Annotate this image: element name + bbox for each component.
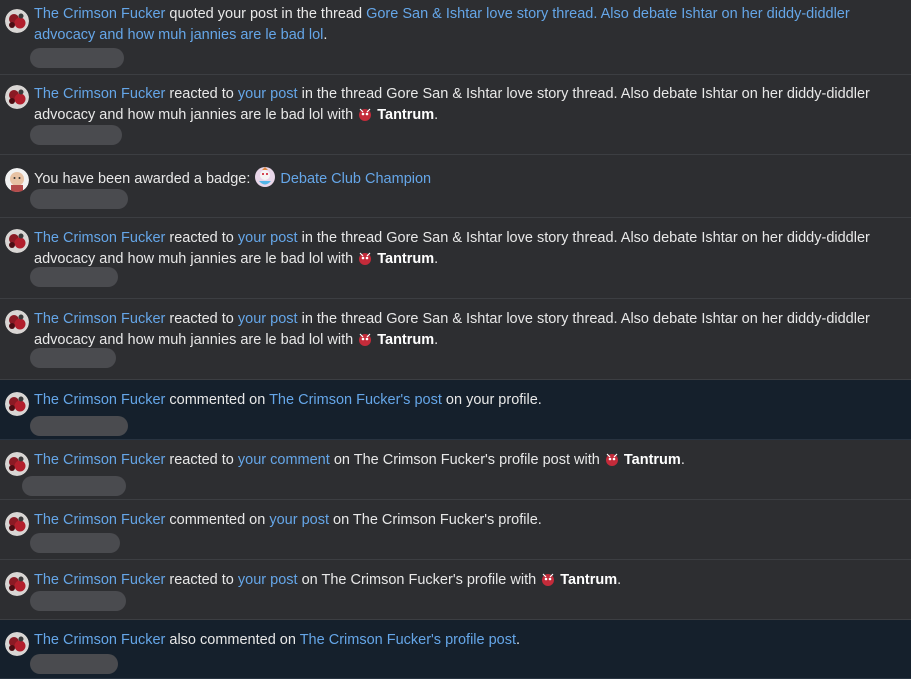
bald-avatar-icon[interactable] (5, 168, 29, 192)
alert-text: The Crimson Fucker reacted to your post … (34, 228, 905, 270)
alert-action: reacted to (169, 230, 234, 246)
redacted-timestamp (30, 125, 122, 145)
alert-end: . (680, 452, 685, 468)
alert-item[interactable]: The Crimson Fucker commented on The Crim… (0, 380, 911, 440)
redacted-timestamp (30, 533, 120, 553)
alert-user-link[interactable]: The Crimson Fucker (34, 6, 165, 22)
alert-user-link[interactable]: The Crimson Fucker (34, 452, 165, 468)
alert-action: reacted to (169, 452, 234, 468)
alert-end: . (617, 572, 622, 588)
alerts-list: The Crimson Fucker quoted your post in t… (0, 0, 911, 679)
crimson-avatar-icon[interactable] (5, 85, 29, 109)
alert-target-link[interactable]: your post (238, 86, 298, 102)
crimson-avatar-icon[interactable] (5, 452, 29, 476)
crimson-avatar-icon[interactable] (5, 229, 29, 253)
alert-target-link[interactable]: your post (238, 311, 298, 327)
alert-action: quoted your post in the thread (169, 6, 363, 22)
tantrum-reaction-icon (359, 333, 372, 346)
redacted-timestamp (22, 476, 126, 496)
alert-action: commented on (169, 392, 266, 408)
alert-user-link[interactable]: The Crimson Fucker (34, 572, 165, 588)
tantrum-reaction-icon (359, 252, 372, 265)
badge-trophy-icon (255, 167, 276, 187)
alert-target-link[interactable]: your post (238, 230, 298, 246)
redacted-timestamp (30, 654, 118, 674)
redacted-timestamp (30, 267, 118, 287)
alert-text: The Crimson Fucker also commented on The… (34, 630, 905, 651)
alert-text: You have been awarded a badge: Debate Cl… (34, 166, 905, 190)
alert-item[interactable]: The Crimson Fucker reacted to your post … (0, 75, 911, 155)
alert-detail: on The Crimson Fucker's profile. (333, 512, 542, 528)
crimson-avatar-icon[interactable] (5, 512, 29, 536)
alert-end: . (434, 107, 439, 123)
alert-item[interactable]: The Crimson Fucker also commented on The… (0, 620, 911, 679)
crimson-avatar-icon[interactable] (5, 310, 29, 334)
reaction-name: Tantrum (377, 251, 435, 267)
alert-text: The Crimson Fucker commented on your pos… (34, 510, 905, 531)
alert-action: reacted to (169, 572, 234, 588)
alert-item[interactable]: You have been awarded a badge: Debate Cl… (0, 155, 911, 218)
alert-text: The Crimson Fucker commented on The Crim… (34, 390, 905, 411)
alert-text: The Crimson Fucker reacted to your post … (34, 84, 905, 126)
crimson-avatar-icon[interactable] (5, 9, 29, 33)
alert-end: . (434, 332, 439, 348)
alert-item[interactable]: The Crimson Fucker reacted to your post … (0, 218, 911, 299)
alert-item[interactable]: The Crimson Fucker reacted to your post … (0, 299, 911, 380)
alert-text: The Crimson Fucker reacted to your post … (34, 309, 905, 351)
alert-user-link[interactable]: The Crimson Fucker (34, 230, 165, 246)
alert-target-link[interactable]: your post (269, 512, 329, 528)
alert-text: The Crimson Fucker reacted to your comme… (34, 450, 905, 471)
alert-detail: on The Crimson Fucker's profile with (301, 572, 537, 588)
alert-item[interactable]: The Crimson Fucker reacted to your post … (0, 560, 911, 620)
alert-target-link[interactable]: your comment (238, 452, 330, 468)
redacted-timestamp (30, 591, 126, 611)
alert-action: reacted to (169, 311, 234, 327)
alert-action: also commented on (169, 632, 296, 648)
alert-action: reacted to (169, 86, 234, 102)
alert-text: The Crimson Fucker quoted your post in t… (34, 4, 905, 46)
badge-link[interactable]: Debate Club Champion (280, 171, 431, 187)
alert-text: The Crimson Fucker reacted to your post … (34, 570, 905, 591)
alert-item[interactable]: The Crimson Fucker commented on your pos… (0, 500, 911, 560)
tantrum-reaction-icon (359, 108, 372, 121)
alert-detail: on The Crimson Fucker's profile post wit… (333, 452, 600, 468)
reaction-name: Tantrum (377, 332, 435, 348)
reaction-name: Tantrum (560, 572, 618, 588)
alert-user-link[interactable]: The Crimson Fucker (34, 632, 165, 648)
alert-user-link[interactable]: The Crimson Fucker (34, 512, 165, 528)
redacted-timestamp (30, 48, 124, 68)
redacted-timestamp (30, 189, 128, 209)
alert-item[interactable]: The Crimson Fucker quoted your post in t… (0, 0, 911, 75)
crimson-avatar-icon[interactable] (5, 392, 29, 416)
alert-user-link[interactable]: The Crimson Fucker (34, 86, 165, 102)
alert-user-link[interactable]: The Crimson Fucker (34, 392, 165, 408)
alert-action: commented on (169, 512, 266, 528)
reaction-name: Tantrum (623, 452, 681, 468)
crimson-avatar-icon[interactable] (5, 632, 29, 656)
alert-target-link[interactable]: The Crimson Fucker's profile post (300, 632, 516, 648)
reaction-name: Tantrum (377, 107, 435, 123)
alert-item[interactable]: The Crimson Fucker reacted to your comme… (0, 440, 911, 500)
alert-action: You have been awarded a badge: (34, 171, 251, 187)
tantrum-reaction-icon (605, 453, 618, 466)
alert-user-link[interactable]: The Crimson Fucker (34, 311, 165, 327)
alert-end: . (434, 251, 439, 267)
alert-end: . (323, 27, 328, 43)
tantrum-reaction-icon (542, 573, 555, 586)
redacted-timestamp (30, 416, 128, 436)
alert-end: . (516, 632, 521, 648)
alert-target-link[interactable]: The Crimson Fucker's post (269, 392, 442, 408)
crimson-avatar-icon[interactable] (5, 572, 29, 596)
alert-target-link[interactable]: your post (238, 572, 298, 588)
redacted-timestamp (30, 348, 116, 368)
alert-detail: on your profile. (445, 392, 542, 408)
